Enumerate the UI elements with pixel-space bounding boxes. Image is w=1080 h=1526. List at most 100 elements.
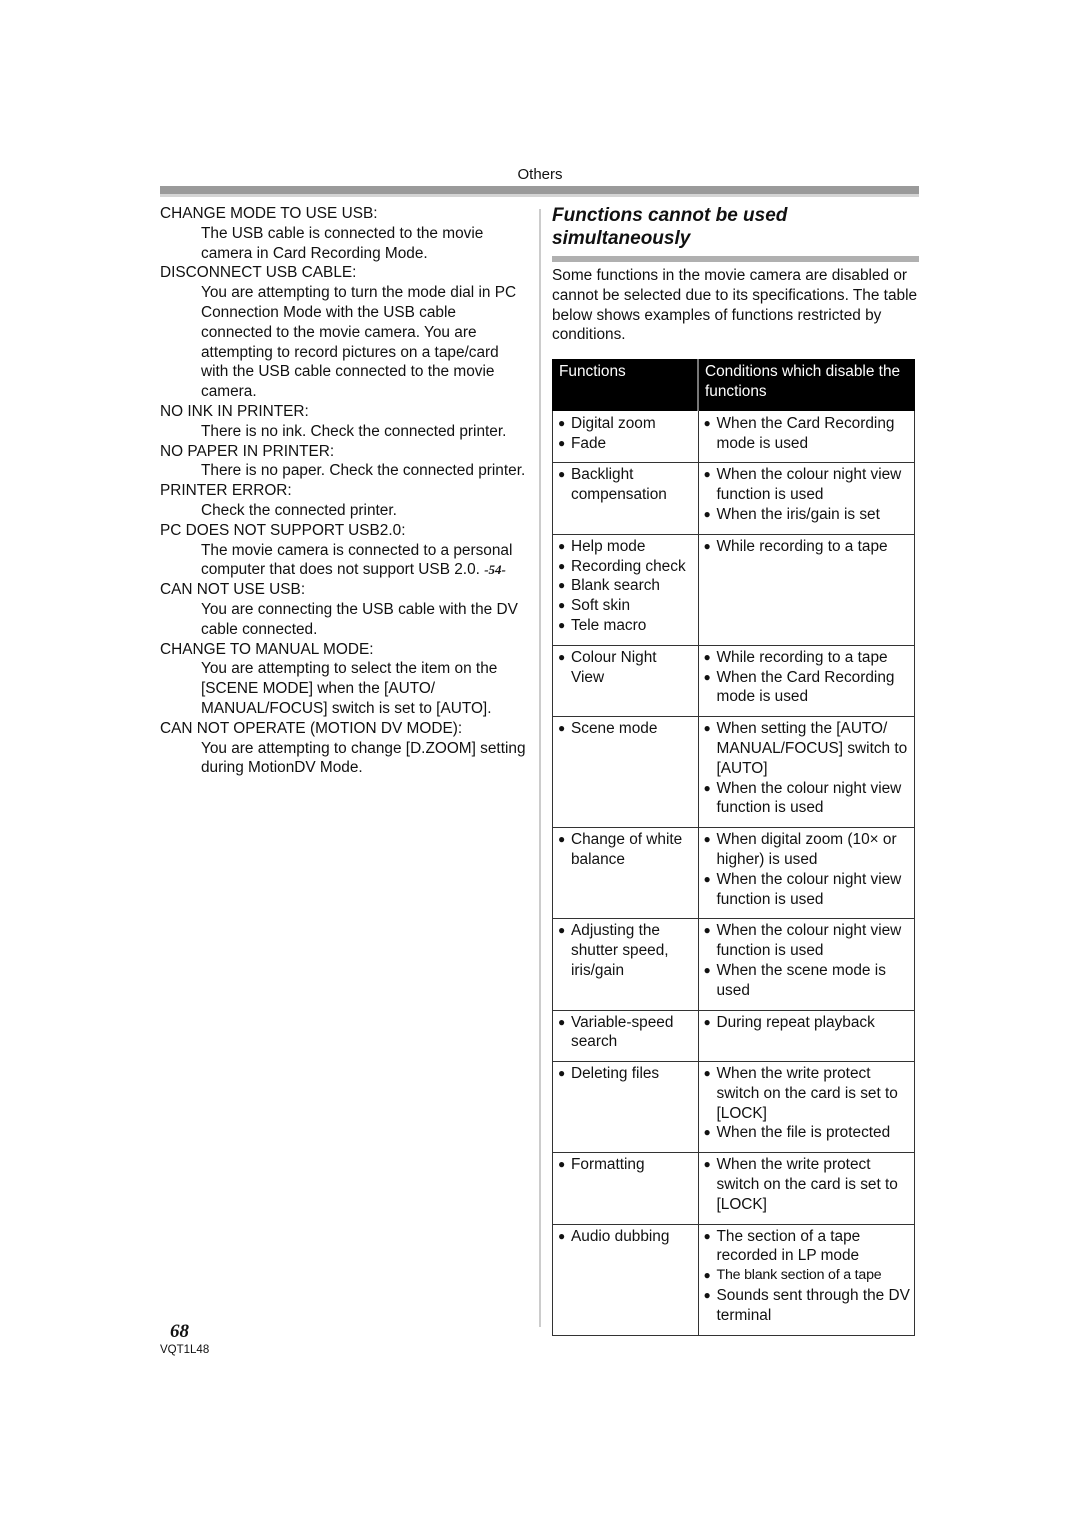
message-body-text: You are attempting to select the item on… bbox=[201, 660, 498, 717]
bullet-icon: ● bbox=[703, 1066, 711, 1081]
bullet-icon: ● bbox=[703, 467, 711, 482]
function-item-text: Audio dubbing bbox=[571, 1227, 670, 1245]
condition-item: ● When the Card Recording mode is used bbox=[704, 414, 911, 454]
table-row: ● Variable-speed search ● During repeat pla… bbox=[552, 1009, 915, 1063]
condition-item-text: While recording to a tape bbox=[716, 537, 888, 555]
bullet-icon: ● bbox=[703, 538, 711, 553]
function-item-text: Backlight compensation bbox=[571, 466, 667, 504]
intro-paragraph: Some functions in the movie camera are d… bbox=[552, 267, 918, 344]
functions-cell: ● Variable-speed search bbox=[552, 1009, 699, 1063]
bullet-icon: ● bbox=[558, 598, 566, 613]
condition-item-text: When setting the [AUTO/ MANUAL/FOCUS] sw… bbox=[716, 720, 908, 777]
condition-item-text: When the write protect switch on the car… bbox=[716, 1156, 898, 1213]
condition-item: ● When the scene mode is used bbox=[704, 961, 911, 1001]
error-messages-column: CHANGE MODE TO USE USB: The USB cable is … bbox=[160, 204, 530, 778]
function-item-text: Change of white balance bbox=[571, 831, 683, 868]
condition-item-list: ● When setting the [AUTO/ MANUAL/FOCUS] s… bbox=[704, 719, 911, 818]
message-body: You are connecting the USB cable with th… bbox=[201, 600, 530, 640]
condition-item-text: When the colour night view function is u… bbox=[716, 466, 902, 504]
function-item-text: Soft skin bbox=[571, 597, 631, 615]
condition-item-text: When the Card Recording mode is used bbox=[716, 668, 895, 706]
title-rule bbox=[552, 256, 919, 262]
condition-item: ● When digital zoom (10× or higher) is us… bbox=[704, 830, 911, 870]
function-item: ● Audio dubbing bbox=[558, 1227, 694, 1247]
condition-item-text: When the Card Recording mode is used bbox=[716, 414, 895, 452]
message-body: You are attempting to turn the mode dial… bbox=[201, 283, 530, 402]
function-item: ● Blank search bbox=[558, 576, 694, 596]
condition-item: ● When the colour night view function is … bbox=[704, 870, 911, 910]
message-body-text: There is no ink. Check the connected pri… bbox=[201, 422, 507, 440]
function-item: ● Tele macro bbox=[558, 616, 694, 636]
condition-item: ● The blank section of a tape bbox=[704, 1266, 911, 1286]
message-body: Check the connected printer. bbox=[201, 501, 530, 521]
table-row: ● Colour Night View ● While recording to a … bbox=[552, 644, 915, 718]
function-item: ● Help mode bbox=[558, 537, 694, 557]
condition-item: ● Sounds sent through the DV terminal bbox=[704, 1286, 911, 1326]
message-body-text: The movie camera is connected to a perso… bbox=[201, 541, 513, 579]
bullet-icon: ● bbox=[703, 649, 711, 664]
condition-item: ● When the file is protected bbox=[704, 1123, 911, 1143]
condition-item-text: When the colour night view function is u… bbox=[716, 922, 902, 960]
message-title: CHANGE MODE TO USE USB: bbox=[160, 205, 378, 222]
column-divider bbox=[539, 209, 541, 1327]
function-item: ● Variable-speed search bbox=[558, 1013, 694, 1053]
functions-cell: ● Deleting files bbox=[552, 1061, 699, 1154]
condition-item-text: While recording to a tape bbox=[716, 648, 888, 666]
condition-item: ● When the colour night view function is … bbox=[704, 779, 911, 819]
header-bar bbox=[160, 186, 919, 197]
message-body-text: You are attempting to change [D.ZOOM] se… bbox=[201, 739, 526, 777]
table-row: ● Scene mode ● When setting the [AUTO/ MANU… bbox=[552, 716, 915, 829]
functions-table: Functions Conditions which disable the f… bbox=[552, 359, 915, 1336]
functions-cell: ● Help mode ● Recording check ● Blank search ●… bbox=[552, 533, 699, 646]
function-item-list: ● Digital zoom ● Fade bbox=[558, 414, 694, 454]
bullet-icon: ● bbox=[558, 923, 566, 938]
condition-item: ● While recording to a tape bbox=[704, 537, 911, 557]
condition-item: ● When the Card Recording mode is used bbox=[704, 668, 911, 708]
bullet-icon: ● bbox=[558, 832, 566, 847]
function-item: ● Deleting files bbox=[558, 1064, 694, 1084]
functions-cell: ● Adjusting the shutter speed, iris/gain bbox=[552, 918, 699, 1011]
bullet-icon: ● bbox=[703, 780, 711, 795]
message-body-text: There is no paper. Check the connected p… bbox=[201, 462, 526, 480]
bullet-icon: ● bbox=[703, 1268, 711, 1283]
conditions-cell: ● When the Card Recording mode is used bbox=[697, 409, 915, 464]
bullet-icon: ● bbox=[558, 578, 566, 593]
bullet-icon: ● bbox=[703, 506, 711, 521]
function-item: ● Backlight compensation bbox=[558, 465, 694, 505]
table-header-row: Functions Conditions which disable the f… bbox=[552, 359, 915, 411]
function-item: ● Adjusting the shutter speed, iris/gain bbox=[558, 921, 694, 980]
conditions-cell: ● During repeat playback bbox=[697, 1009, 915, 1063]
message-body: The movie camera is connected to a perso… bbox=[201, 541, 530, 581]
bullet-icon: ● bbox=[703, 1157, 711, 1172]
function-item: ● Scene mode bbox=[558, 719, 694, 739]
function-item-list: ● Deleting files bbox=[558, 1064, 694, 1084]
function-item-list: ● Scene mode bbox=[558, 719, 694, 739]
conditions-cell: ● While recording to a tape ● When the Card… bbox=[697, 644, 915, 718]
conditions-cell: ● When setting the [AUTO/ MANUAL/FOCUS] s… bbox=[697, 716, 915, 829]
table-row: ● Adjusting the shutter speed, iris/gain ●… bbox=[552, 918, 915, 1011]
table-row: ● Digital zoom ● Fade ● When the Card Recordi… bbox=[552, 409, 915, 464]
function-item: ● Soft skin bbox=[558, 596, 694, 616]
functions-cell: ● Scene mode bbox=[552, 716, 699, 829]
condition-item-text: When the file is protected bbox=[716, 1124, 891, 1142]
bullet-icon: ● bbox=[703, 1228, 711, 1243]
condition-item: ● The section of a tape recorded in LP mo… bbox=[704, 1227, 911, 1267]
message-body-text: You are connecting the USB cable with th… bbox=[201, 600, 518, 638]
table-row: ● Help mode ● Recording check ● Blank search ●… bbox=[552, 533, 915, 646]
bullet-icon: ● bbox=[558, 415, 566, 430]
document-code: VQT1L48 bbox=[160, 1344, 210, 1356]
function-item-text: Help mode bbox=[571, 537, 646, 555]
condition-item: ● When the colour night view function is … bbox=[704, 465, 911, 505]
condition-item-list: ● When the colour night view function is … bbox=[704, 465, 911, 524]
bullet-icon: ● bbox=[558, 1014, 566, 1029]
function-item-list: ● Backlight compensation bbox=[558, 465, 694, 505]
section-label: Others bbox=[517, 166, 563, 183]
message-body: The USB cable is connected to the movie … bbox=[201, 224, 530, 264]
function-item: ● Digital zoom bbox=[558, 414, 694, 434]
condition-item-text: During repeat playback bbox=[716, 1013, 875, 1031]
conditions-cell: ● While recording to a tape bbox=[697, 533, 915, 646]
functions-section: Functions cannot be used simultaneously … bbox=[552, 204, 920, 1336]
condition-item-text: When the colour night view function is u… bbox=[716, 870, 902, 908]
condition-item: ● When the write protect switch on the ca… bbox=[704, 1155, 911, 1214]
conditions-cell: ● When digital zoom (10× or higher) is us… bbox=[697, 827, 915, 920]
